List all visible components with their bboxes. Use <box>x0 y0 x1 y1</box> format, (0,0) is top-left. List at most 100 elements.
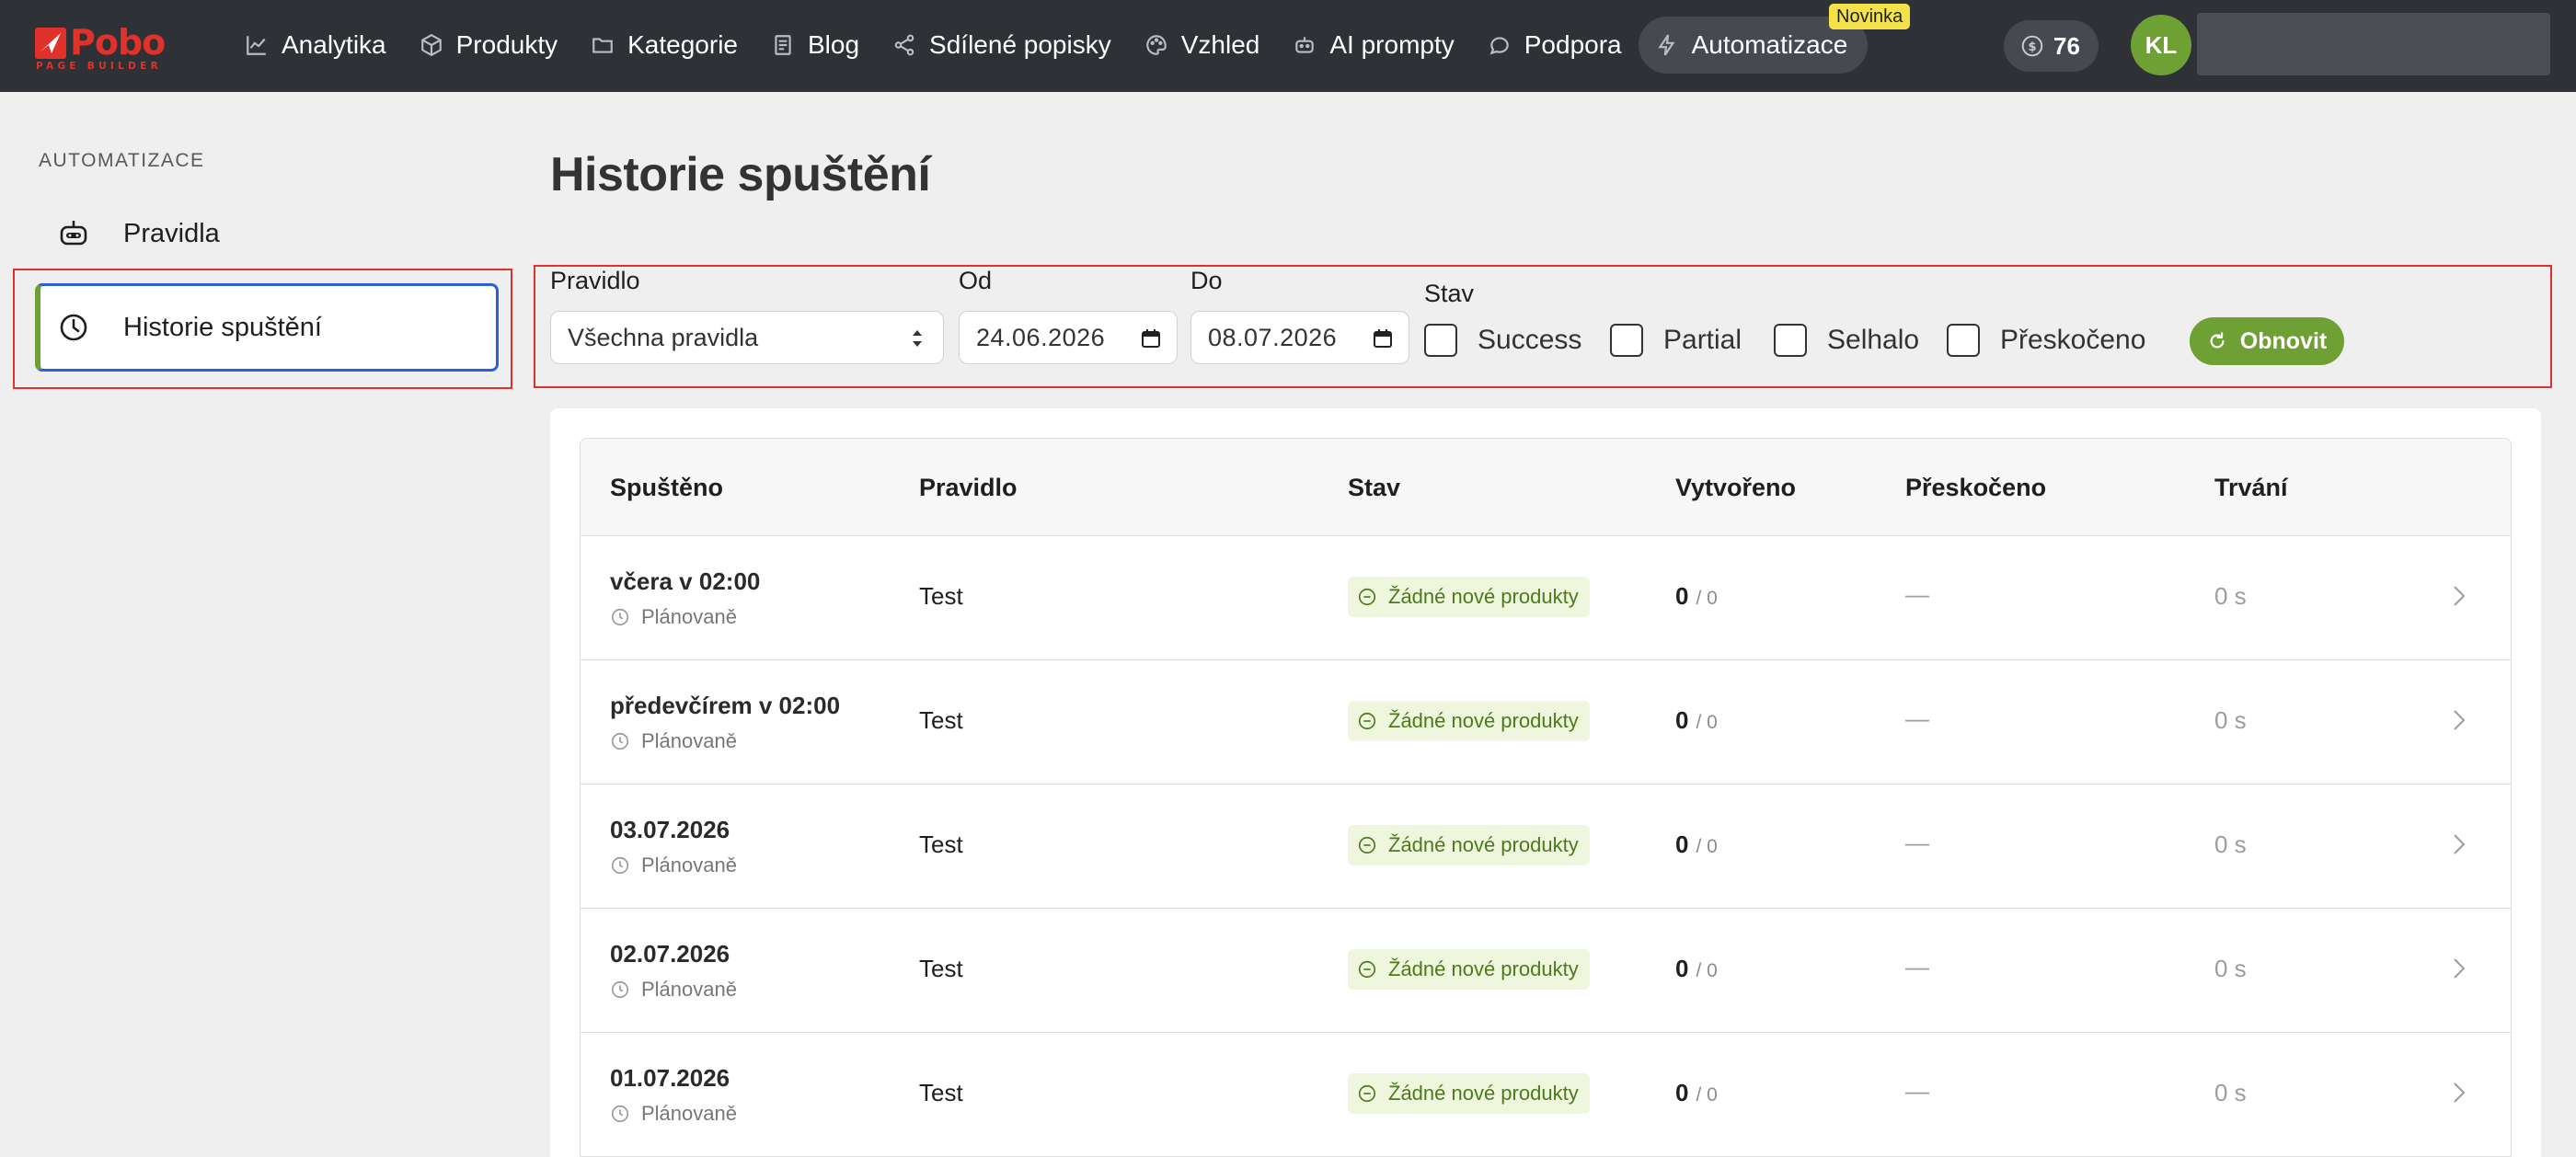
rule-filter-label: Pravidlo <box>550 267 640 294</box>
created-count: 0 / 0 <box>1675 1079 1718 1107</box>
minus-circle-icon <box>1358 1084 1376 1103</box>
status-checkbox-selhalo[interactable]: Selhalo <box>1774 324 1919 357</box>
checkbox[interactable] <box>1774 324 1807 357</box>
document-icon <box>775 35 791 55</box>
created-total: / 0 <box>1696 712 1718 733</box>
palette-icon <box>1145 35 1167 55</box>
nav-item-produkty[interactable]: Produkty <box>403 17 575 74</box>
svg-text:$: $ <box>2028 40 2036 54</box>
run-trigger: Plánovaně <box>610 853 737 877</box>
column-header-pravidlo[interactable]: Pravidlo <box>919 439 1018 536</box>
chevron-right-icon[interactable] <box>2450 953 2468 984</box>
created-value: 0 <box>1675 706 1689 734</box>
to-date-input[interactable]: 08.07.2026 <box>1190 311 1409 364</box>
credits-counter[interactable]: $ 76 <box>2004 20 2099 72</box>
run-trigger: Plánovaně <box>610 605 760 629</box>
table-row[interactable]: 02.07.2026 Plánovaně Test Žádné nové pro… <box>581 909 2511 1033</box>
history-panel: Spuštěno Pravidlo Stav Vytvořeno Přeskoč… <box>550 408 2541 1157</box>
run-time-cell: předevčírem v 02:00 Plánovaně <box>610 692 840 753</box>
table-row[interactable]: 01.07.2026 Plánovaně Test Žádné nové pro… <box>581 1033 2511 1157</box>
column-header-spusteno[interactable]: Spuštěno <box>610 439 723 536</box>
column-header-stav[interactable]: Stav <box>1348 439 1400 536</box>
credits-value: 76 <box>2053 31 2080 60</box>
status-checkbox-success[interactable]: Success <box>1424 324 1581 357</box>
checkbox[interactable] <box>1610 324 1643 357</box>
created-count: 0 / 0 <box>1675 831 1718 859</box>
table-header: Spuštěno Pravidlo Stav Vytvořeno Přeskoč… <box>581 439 2511 536</box>
chevron-right-icon[interactable] <box>2450 829 2468 860</box>
run-time: 02.07.2026 <box>610 940 730 968</box>
minus-circle-icon <box>1358 712 1376 730</box>
skipped-count: — <box>1905 705 1929 732</box>
user-menu[interactable] <box>2197 13 2550 75</box>
minus-circle-icon <box>1358 960 1376 979</box>
from-date-input[interactable]: 24.06.2026 <box>959 311 1178 364</box>
checkbox[interactable] <box>1424 324 1457 357</box>
nav-item-analytika[interactable]: Analytika <box>228 17 403 74</box>
status-badge: Žádné nové produkty <box>1348 825 1590 865</box>
nav-item-podpora[interactable]: Podpora <box>1471 17 1639 74</box>
logo-mark-icon <box>35 28 66 59</box>
duration: 0 s <box>2214 831 2247 858</box>
nav-item-label: AI prompty <box>1329 30 1455 59</box>
to-date-label: Do <box>1190 267 1223 294</box>
calendar-icon[interactable] <box>1140 327 1162 349</box>
chat-bubble-icon <box>1489 37 1509 55</box>
nav-item-automatizace[interactable]: Automatizace Novinka <box>1638 4 1911 74</box>
skipped-count: — <box>1905 580 1929 608</box>
clock-icon <box>611 732 629 750</box>
nav-item-label: Vzhled <box>1180 30 1260 59</box>
status-badge: Žádné nové produkty <box>1348 949 1590 990</box>
rule-select[interactable]: Všechna pravidla <box>550 311 944 364</box>
table-row[interactable]: včera v 02:00 Plánovaně Test Žádné nové … <box>581 536 2511 660</box>
status-checkbox-partial[interactable]: Partial <box>1610 324 1742 357</box>
sidebar-item-historie-spusteni[interactable]: Historie spuštění <box>35 283 499 372</box>
table-row[interactable]: předevčírem v 02:00 Plánovaně Test Žádné… <box>581 660 2511 785</box>
nav-item-sdilene-popisky[interactable]: Sdílené popisky <box>876 17 1128 74</box>
run-trigger: Plánovaně <box>610 978 737 1002</box>
nav-item-label: Automatizace <box>1691 30 1848 59</box>
column-header-preskoceno[interactable]: Přeskočeno <box>1905 439 2046 536</box>
table-row[interactable]: 03.07.2026 Plánovaně Test Žádné nové pro… <box>581 785 2511 909</box>
nav-item-vzhled[interactable]: Vzhled <box>1128 17 1277 74</box>
run-time: 01.07.2026 <box>610 1064 730 1092</box>
created-total: / 0 <box>1696 960 1718 981</box>
minus-circle-icon <box>1358 588 1376 606</box>
refresh-icon <box>2210 332 2225 349</box>
created-value: 0 <box>1675 582 1689 610</box>
skipped-count: — <box>1905 1077 1929 1105</box>
skipped-count: — <box>1905 829 1929 856</box>
from-date-label: Od <box>959 267 993 294</box>
created-count: 0 / 0 <box>1675 955 1718 983</box>
checkbox[interactable] <box>1947 324 1980 357</box>
checkbox-label: Přeskočeno <box>2000 325 2146 355</box>
run-trigger-label: Plánovaně <box>641 978 737 1001</box>
top-navigation-bar: Pobo PAGE BUILDER Analytika Produkty Kat… <box>0 0 2576 92</box>
sidebar-item-pravidla[interactable]: Pravidla <box>35 189 499 278</box>
nav-item-kategorie[interactable]: Kategorie <box>574 17 754 74</box>
status-badge: Žádné nové produkty <box>1348 701 1590 741</box>
status-checkbox-preskoceno[interactable]: Přeskočeno <box>1947 324 2145 357</box>
chevron-right-icon[interactable] <box>2450 580 2468 612</box>
created-count: 0 / 0 <box>1675 582 1718 611</box>
column-header-trvani[interactable]: Trvání <box>2214 439 2288 536</box>
nav-item-ai-prompty[interactable]: AI prompty <box>1276 17 1470 74</box>
rule-name: Test <box>919 955 963 982</box>
run-time: předevčírem v 02:00 <box>610 692 841 719</box>
created-value: 0 <box>1675 955 1689 982</box>
run-time: 03.07.2026 <box>610 816 730 843</box>
chevron-right-icon[interactable] <box>2450 705 2468 736</box>
avatar[interactable]: KL <box>2131 15 2191 75</box>
calendar-icon[interactable] <box>1372 327 1394 349</box>
pobo-logo[interactable]: Pobo PAGE BUILDER <box>35 22 182 72</box>
bolt-icon <box>1658 34 1675 56</box>
duration: 0 s <box>2214 1079 2247 1106</box>
chevron-right-icon[interactable] <box>2450 1077 2468 1108</box>
run-trigger: Plánovaně <box>610 1102 737 1126</box>
clock-icon <box>60 314 87 341</box>
sidebar-heading: AUTOMATIZACE <box>39 150 205 171</box>
refresh-button[interactable]: Obnovit <box>2190 317 2344 365</box>
nav-item-blog[interactable]: Blog <box>754 17 876 74</box>
column-header-vytvoreno[interactable]: Vytvořeno <box>1675 439 1796 536</box>
run-time-cell: 02.07.2026 Plánovaně <box>610 940 737 1002</box>
